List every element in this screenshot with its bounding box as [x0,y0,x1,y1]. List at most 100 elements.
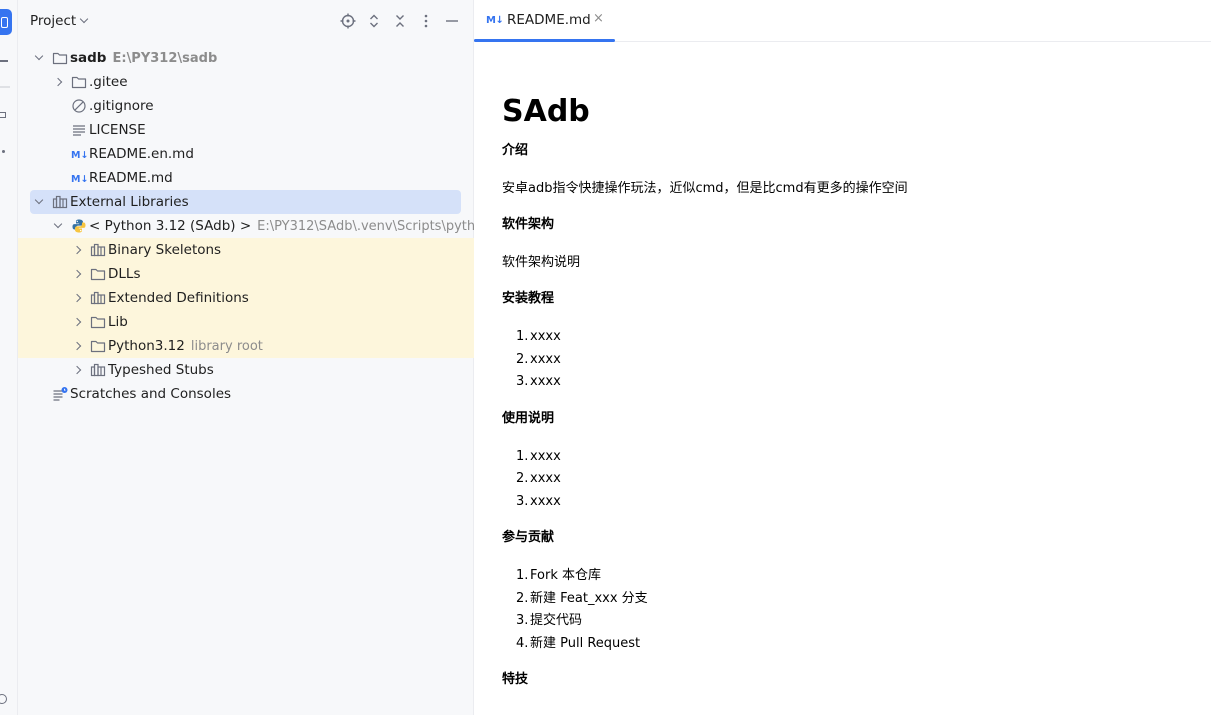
tree-node-label: Binary Skeletons [108,238,221,262]
list-number: 4. [516,635,529,651]
chevron-down-icon[interactable] [34,51,44,61]
architecture-text: 软件架构说明 [502,255,581,270]
node-name: External Libraries [70,194,189,210]
list-item-text: 提交代码 [530,613,583,628]
node-name: LICENSE [89,122,146,138]
project-tool-icon[interactable] [0,9,12,35]
node-name: Lib [108,314,128,330]
folder-icon [71,74,87,90]
node-name: Binary Skeletons [108,242,222,258]
tree-node-label: Lib [108,310,128,334]
node-name: Scratches and Consoles [70,386,232,402]
tree-node[interactable]: M↓ README.md [18,166,474,190]
tree-node[interactable]: Typeshed Stubs [18,358,474,382]
list-item-text: xxxx [530,329,561,344]
minimize-icon[interactable] [443,12,461,30]
list-number: 1. [516,568,529,583]
node-name: DLLs [108,266,141,282]
heading-install: 安装教程 [502,291,555,306]
list-number: 3. [516,374,529,389]
locate-icon[interactable] [339,12,357,30]
tree-node-label: DLLs [108,262,140,286]
list-item: 3. 提交代码 [502,610,1182,633]
node-name: .gitignore [89,98,154,114]
chevron-right-icon[interactable] [72,245,82,255]
folder-icon [52,50,68,66]
node-name: sadb [70,50,107,66]
tree-node[interactable]: M↓ README.en.md [18,142,474,166]
chevron-right-icon[interactable] [72,269,82,279]
ignored-file-icon [71,98,87,114]
list-item: 1. Fork 本仓库 [502,565,1182,588]
svg-text:M↓: M↓ [71,150,87,161]
tab-readme[interactable]: M↓ README.md × [474,0,615,42]
folder-icon [90,314,106,330]
node-name: Python3.12 [108,338,185,354]
heading-intro: 介绍 [502,143,529,158]
tree-node[interactable]: Extended Definitions [18,286,474,310]
chevron-right-icon[interactable] [53,77,63,87]
folder-icon [90,266,106,282]
tree-node-label: Extended Definitions [108,286,249,310]
close-icon[interactable]: × [593,11,604,26]
tree-node[interactable]: Lib [18,310,474,334]
expand-all-icon[interactable] [365,12,383,30]
more-tools-icon[interactable] [2,150,5,153]
options-menu-icon[interactable] [417,12,435,30]
node-name: Extended Definitions [108,290,249,306]
chevron-right-icon[interactable] [72,365,82,375]
chevron-down-icon[interactable] [53,219,63,229]
usage-list: 1. xxxx 2. xxxx 3. xxxx [502,446,1182,514]
project-panel: Project sadb E:\PY312\sadb .gitee .gitignor… [18,0,491,715]
list-number: 1. [516,329,529,344]
markdown-icon: M↓ [71,146,87,162]
tree-node[interactable]: sadb E:\PY312\sadb [18,46,474,70]
tree-node-label: .gitignore [89,94,154,118]
text-file-icon [71,122,87,138]
list-item-text: 新建 Pull Request [530,635,641,651]
contribute-list: 1. Fork 本仓库 2. 新建 Feat_xxx 分支 3. 提交代码 4. 新建 Pul… [502,565,1182,655]
tree-node-label: README.md [89,166,173,190]
chevron-right-icon[interactable] [72,317,82,327]
markdown-preview: SAdb 介绍 安卓adb指令快捷操作玩法，近似cmd，但是比cmd有更多的操作… [502,90,1182,691]
list-item: 2. xxxx [502,468,1182,491]
library-icon [52,194,68,210]
list-number: 3. [516,613,529,628]
commit-tool-icon[interactable] [0,60,8,62]
active-tab-indicator [474,39,615,42]
tree-node[interactable]: Python3.12 library root [18,334,474,358]
chevron-right-icon[interactable] [72,293,82,303]
tree-node[interactable]: Binary Skeletons [18,238,474,262]
project-panel-title[interactable]: Project [30,13,76,29]
node-hint: E:\PY312\sadb [112,51,218,66]
project-panel-header: Project [18,0,474,42]
tree-node-label: sadb E:\PY312\sadb [70,46,217,71]
list-item-text: Fork 本仓库 [530,568,601,583]
list-number: 2. [516,471,529,486]
editor-area: M↓ README.md × SAdb 介绍 安卓adb指令快捷操作玩法，近似c… [474,0,1211,715]
scratches-icon [52,386,68,402]
tree-node[interactable]: < Python 3.12 (SAdb) > E:\PY312\SAdb\.ven… [18,214,491,238]
chevron-right-icon[interactable] [72,341,82,351]
structure-tool-icon[interactable] [0,112,6,118]
tree-node[interactable]: DLLs [18,262,474,286]
tree-node[interactable]: LICENSE [18,118,474,142]
tree-node-label: README.en.md [89,142,194,166]
collapse-all-icon[interactable] [391,12,409,30]
editor-tab-bar: M↓ README.md × [474,0,1211,42]
python-packages-icon[interactable] [0,694,7,704]
list-number: 1. [516,448,529,464]
node-name: < Python 3.12 (SAdb) > [89,218,252,234]
intro-text: 安卓adb指令快捷操作玩法，近似cmd，但是比cmd有更多的操作空间 [502,181,908,196]
list-item-text: xxxx [530,493,561,509]
tree-node[interactable]: External Libraries [18,190,474,214]
tree-node[interactable]: Scratches and Consoles [18,382,474,406]
markdown-icon: M↓ [486,15,504,26]
node-hint: E:\PY312\SAdb\.venv\Scripts\python [257,219,492,234]
tree-node[interactable]: .gitignore [18,94,474,118]
tree-node-label: .gitee [89,70,128,94]
tree-node-label: Typeshed Stubs [108,358,214,382]
node-hint: library root [190,339,263,354]
tree-node[interactable]: .gitee [18,70,474,94]
chevron-down-icon[interactable] [79,14,89,24]
